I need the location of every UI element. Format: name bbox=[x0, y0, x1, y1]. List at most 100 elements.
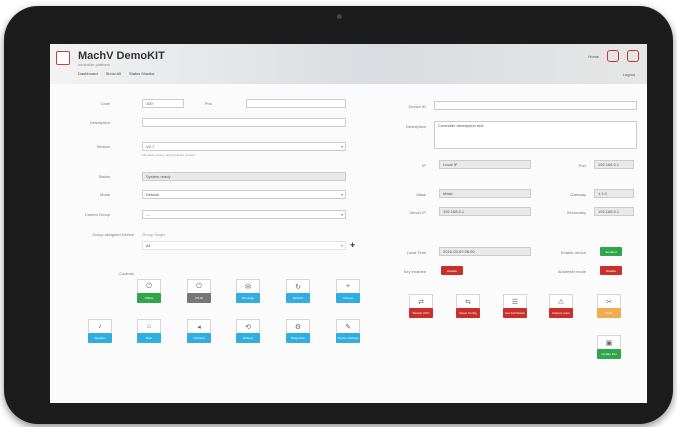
factory-reset-label: Factory reset bbox=[549, 308, 573, 318]
reboot-button[interactable]: ⟲ Reboot bbox=[236, 319, 260, 343]
version-label: Version bbox=[96, 144, 110, 149]
power-icon[interactable] bbox=[627, 50, 639, 62]
version-hint: Firmware version and hardware revision bbox=[142, 153, 196, 157]
assign-select[interactable]: All ▾ bbox=[142, 241, 346, 250]
restart-icon: ⇄ bbox=[418, 299, 424, 306]
get-status-label: Get Full Status bbox=[503, 308, 527, 318]
chevron-down-icon: ▾ bbox=[340, 212, 343, 217]
nav-show-all[interactable]: Show All bbox=[106, 71, 121, 76]
app-title: MachV DemoKIT bbox=[78, 50, 165, 62]
prio-label: Prio bbox=[204, 101, 212, 106]
right-description-label: Description bbox=[405, 124, 426, 129]
nav-dashboard[interactable]: Dashboard bbox=[78, 71, 98, 76]
group-select[interactable]: --- ▾ bbox=[142, 210, 346, 219]
logo-icon bbox=[56, 51, 70, 65]
speaker-button[interactable]: ♪ Speaker bbox=[88, 319, 112, 343]
autoreset-toggle[interactable]: Disable bbox=[600, 266, 622, 275]
controls-label: Controls bbox=[119, 271, 134, 276]
home-link[interactable]: Home bbox=[588, 54, 599, 59]
mode-label: Mode bbox=[99, 192, 110, 197]
chevron-down-icon: ▾ bbox=[340, 144, 343, 149]
time-field: 2016-09-09 08:00 bbox=[439, 247, 531, 256]
nav-links: Dashboard Show All Status Monitor bbox=[78, 71, 155, 76]
update-button[interactable]: ▣ Update firm bbox=[597, 335, 621, 359]
device-id-field[interactable] bbox=[434, 101, 637, 110]
time-label: Local Time bbox=[406, 250, 426, 255]
add-icon[interactable]: ✚ bbox=[350, 242, 355, 249]
camera-dot bbox=[337, 14, 342, 19]
right-description-field[interactable]: Controller description text bbox=[434, 121, 637, 149]
get-status-icon: ☰ bbox=[511, 299, 519, 306]
gateway-field: 1.1.0 bbox=[594, 189, 634, 198]
logout-link[interactable]: Logout bbox=[623, 72, 635, 77]
refresh-icon: ↻ bbox=[295, 284, 301, 291]
factory-reset-icon: ⚠ bbox=[557, 299, 565, 306]
group-value: --- bbox=[146, 212, 150, 217]
offline-label: Offline bbox=[137, 293, 161, 303]
restart-button[interactable]: ⇄ Restart CPU bbox=[409, 294, 433, 318]
diagnostic-button[interactable]: ⚙ Diagnostic bbox=[286, 319, 310, 343]
reboot-icon: ⟲ bbox=[245, 324, 251, 331]
speaker-label: Speaker bbox=[88, 333, 112, 343]
assign-label: Group assigned Device bbox=[92, 232, 134, 237]
enable-toggle[interactable]: Enabled bbox=[600, 247, 622, 256]
refresh-button[interactable]: ↻ Refresh bbox=[286, 279, 310, 303]
channel-icon: ◂ bbox=[197, 324, 201, 331]
tools-icon: ✂ bbox=[606, 299, 612, 306]
description-field[interactable] bbox=[142, 118, 346, 127]
prio-field[interactable] bbox=[246, 99, 346, 108]
restart-label: Restart CPU bbox=[409, 308, 433, 318]
settings-icon[interactable] bbox=[607, 50, 619, 62]
main-button[interactable]: ⌂ Main bbox=[137, 319, 161, 343]
device-settings-label: Device Settings bbox=[336, 333, 360, 343]
chevron-down-icon: ▾ bbox=[340, 243, 343, 248]
diagnostic-label: Diagnostic bbox=[286, 333, 310, 343]
get-status-button[interactable]: ☰ Get Full Status bbox=[503, 294, 527, 318]
app-subtitle: controller platform bbox=[78, 62, 111, 67]
description-label: Description bbox=[89, 120, 110, 125]
key-label: Key enabled bbox=[403, 269, 426, 274]
device-settings-button[interactable]: ✎ Device Settings bbox=[336, 319, 360, 343]
channel-button[interactable]: ◂ Channel bbox=[187, 319, 211, 343]
header-actions: Home bbox=[588, 50, 639, 62]
main-label: Main bbox=[137, 333, 161, 343]
device-id-label: Device ID bbox=[408, 104, 426, 109]
off-icon: ⏻ bbox=[196, 283, 202, 290]
update-icon: ▣ bbox=[605, 340, 613, 347]
tablet-frame: MachV DemoKIT controller platform Dashbo… bbox=[4, 6, 673, 424]
port-label: Port bbox=[578, 163, 586, 168]
server-ip-field: 192.168.0.1 bbox=[439, 207, 531, 216]
ip-field: Local IP bbox=[439, 160, 531, 169]
secondary-field: 192.168.0.1 bbox=[594, 207, 634, 216]
server-ip-label: Server IP bbox=[409, 210, 426, 215]
enable-label: Enable device bbox=[560, 250, 586, 255]
status-label: Status bbox=[98, 174, 110, 179]
refresh-label: Refresh bbox=[286, 293, 310, 303]
reset-cfg-icon: ⇆ bbox=[465, 299, 471, 306]
offline-icon: ⏻ bbox=[146, 283, 152, 290]
autoreset-label: Autoreset mode bbox=[557, 269, 586, 274]
message-button[interactable]: ✉ Message bbox=[236, 279, 260, 303]
off-label: Off All bbox=[187, 293, 211, 303]
version-select[interactable]: V2.7 ▾ bbox=[142, 142, 346, 151]
assign-radio[interactable]: Group Single bbox=[142, 232, 165, 237]
offline-button[interactable]: ⏻ Offline bbox=[137, 279, 161, 303]
volume-button[interactable]: + Volume bbox=[336, 279, 360, 303]
app-screen: MachV DemoKIT controller platform Dashbo… bbox=[50, 44, 647, 403]
key-toggle[interactable]: Disable bbox=[441, 266, 463, 275]
app-header: MachV DemoKIT controller platform Dashbo… bbox=[50, 44, 647, 84]
reset-cfg-label: Reset Config bbox=[456, 308, 480, 318]
group-label: Control Group bbox=[84, 212, 110, 217]
mode-select[interactable]: Default ▾ bbox=[142, 190, 346, 199]
nav-status-monitor[interactable]: Status Monitor bbox=[129, 71, 155, 76]
tools-button[interactable]: ✂ Tools bbox=[597, 294, 621, 318]
mode-value: Default bbox=[146, 192, 159, 197]
reset-cfg-button[interactable]: ⇆ Reset Config bbox=[456, 294, 480, 318]
message-label: Message bbox=[236, 293, 260, 303]
factory-reset-button[interactable]: ⚠ Factory reset bbox=[549, 294, 573, 318]
assign-value: All bbox=[146, 243, 151, 248]
off-button[interactable]: ⏻ Off All bbox=[187, 279, 211, 303]
volume-label: Volume bbox=[336, 293, 360, 303]
main-icon: ⌂ bbox=[146, 323, 152, 330]
speaker-icon: ♪ bbox=[98, 323, 102, 330]
